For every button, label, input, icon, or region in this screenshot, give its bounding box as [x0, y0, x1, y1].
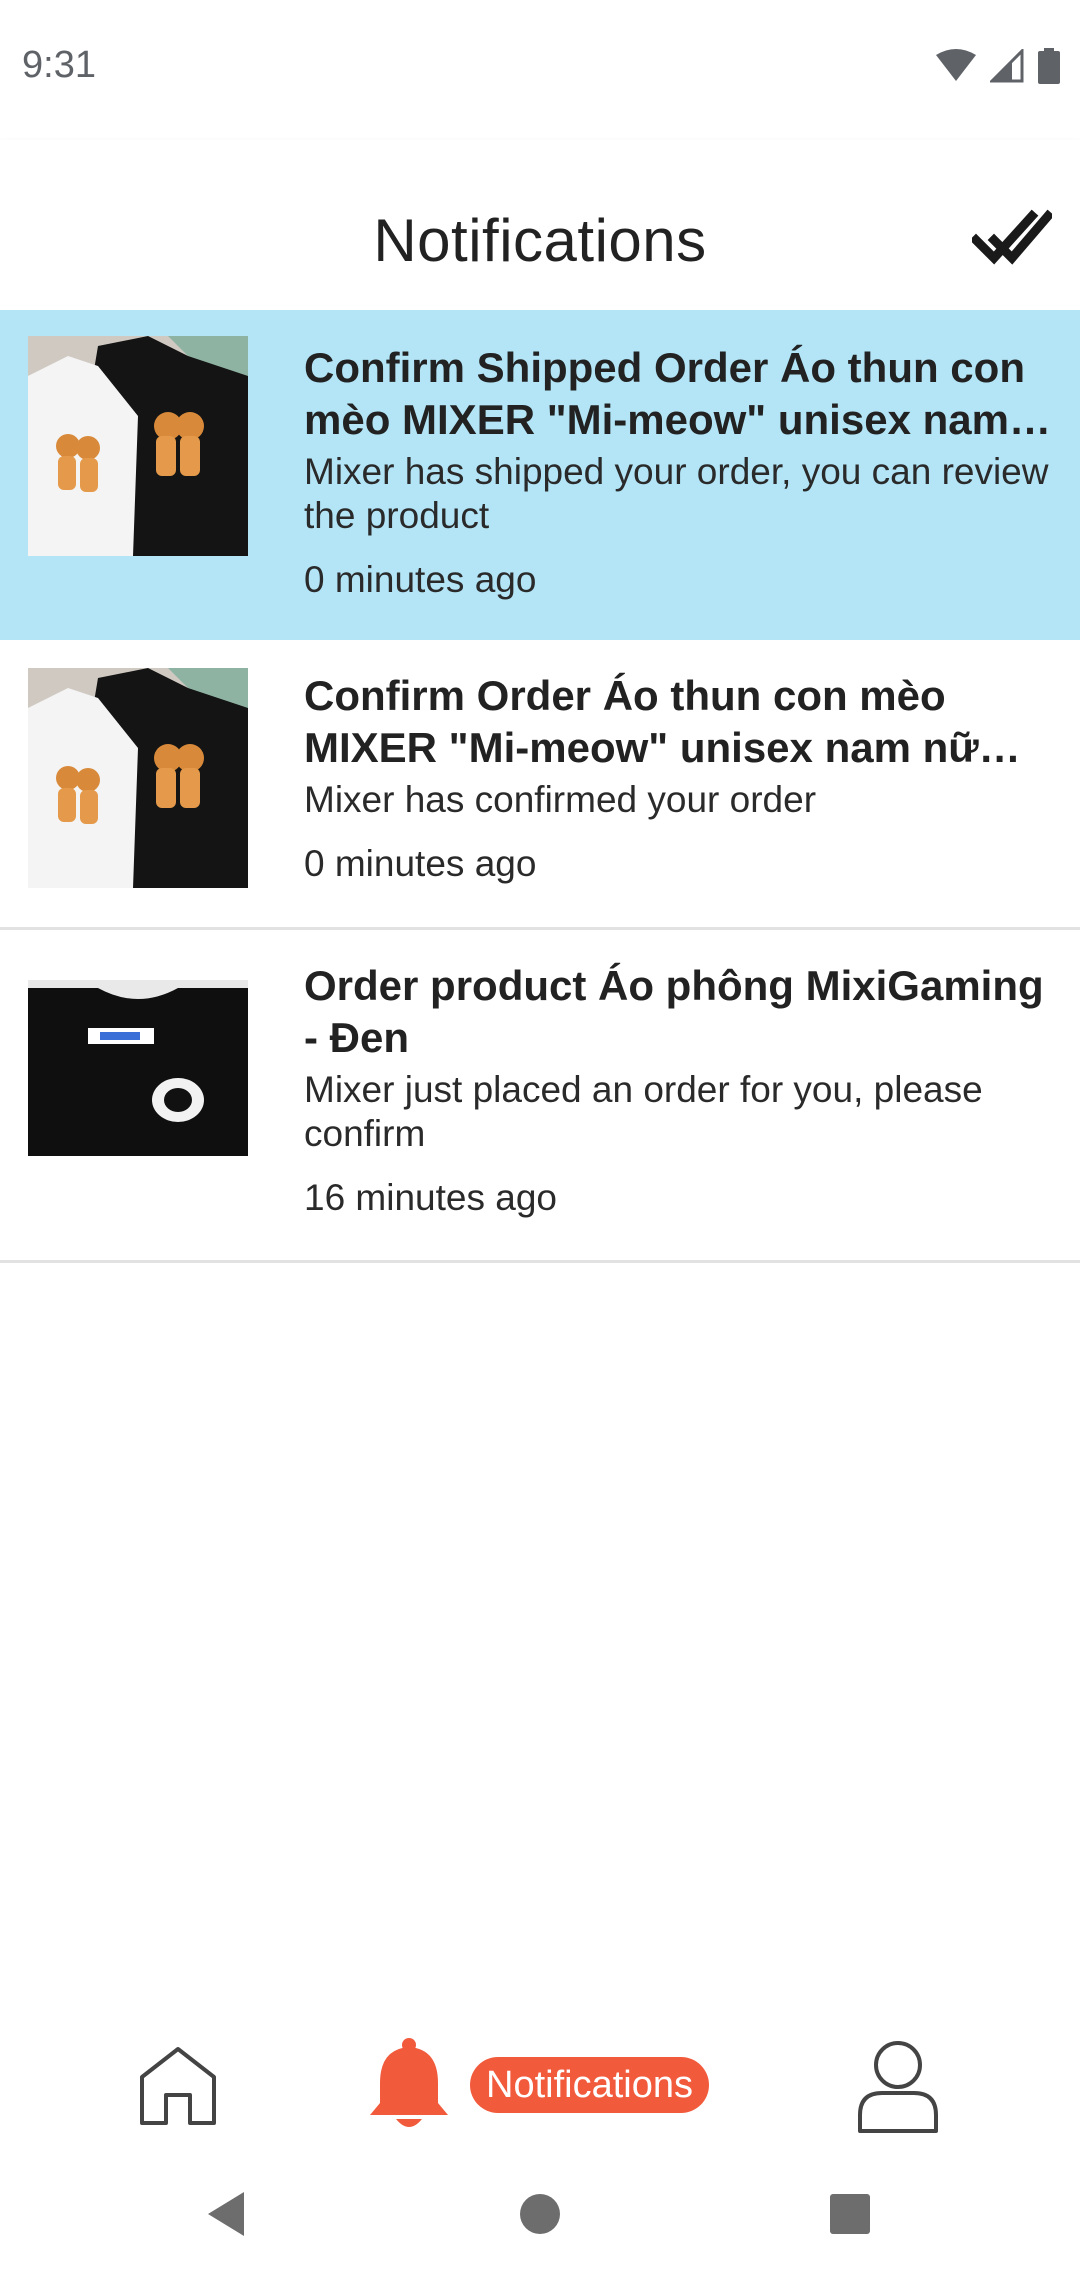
mark-all-read-button[interactable]	[969, 196, 1055, 276]
notification-body: Mixer has confirmed your order	[304, 779, 817, 820]
notification-body: Mixer just placed an order for you, plea…	[304, 1069, 983, 1154]
status-time: 9:31	[22, 44, 96, 86]
notification-content: Confirm Shipped Order Áo thun con mèo MI…	[304, 342, 1052, 602]
notification-item[interactable]: Confirm Shipped Order Áo thun con mèo MI…	[0, 310, 1080, 640]
notification-list: Confirm Shipped Order Áo thun con mèo MI…	[0, 310, 1080, 1263]
back-triangle-icon	[208, 2192, 244, 2236]
notification-title: Confirm Shipped Order Áo thun con mèo MI…	[304, 344, 1025, 443]
product-thumbnail	[28, 668, 248, 888]
notification-title: Confirm Order Áo thun con mèo MIXER "Mi-…	[304, 672, 979, 771]
notification-content: Confirm Order Áo thun con mèo MIXER "Mi-…	[304, 670, 1052, 886]
notification-title: Order product Áo phông MixiGaming - Đen	[304, 962, 1044, 1061]
home-system-button[interactable]	[518, 2190, 562, 2243]
nav-active-label: Notifications	[470, 2057, 709, 2113]
double-check-icon	[969, 209, 1055, 265]
page-title: Notifications	[373, 207, 707, 274]
black-tshirt-image	[28, 980, 248, 1156]
bottom-nav: Notifications	[0, 2010, 1080, 2150]
nav-notifications[interactable]: Notifications	[366, 2030, 709, 2140]
bell-icon	[370, 2038, 448, 2127]
status-icons	[936, 48, 1060, 84]
notification-time: 0 minutes ago	[304, 559, 537, 600]
battery-icon	[1038, 48, 1060, 84]
nav-profile[interactable]	[856, 2030, 940, 2140]
nav-home[interactable]	[136, 2030, 220, 2140]
home-icon	[140, 2047, 216, 2125]
system-nav-bar	[0, 2160, 1080, 2280]
notification-time: 0 minutes ago	[304, 843, 537, 884]
app-bar: Notifications	[0, 140, 1080, 310]
home-circle-icon	[520, 2194, 560, 2234]
status-bar: 9:31	[0, 0, 1080, 140]
notification-content: Order product Áo phông MixiGaming - Đen …	[304, 960, 1052, 1220]
back-button[interactable]	[204, 2190, 248, 2243]
cell-signal-icon	[990, 49, 1024, 83]
product-thumbnail	[28, 336, 248, 556]
wifi-icon	[936, 49, 976, 81]
product-thumbnail	[28, 980, 248, 1156]
tshirt-cats-image	[28, 336, 248, 556]
notification-time: 16 minutes ago	[304, 1177, 558, 1218]
recents-button[interactable]	[828, 2190, 872, 2243]
notifications-screen: 9:31 Notifications Confirm Shipped Order…	[0, 0, 1080, 2280]
notification-item[interactable]: Order product Áo phông MixiGaming - Đen …	[0, 930, 1080, 1263]
tshirt-cats-image	[28, 668, 248, 888]
recents-square-icon	[830, 2194, 870, 2234]
user-icon	[858, 2041, 938, 2133]
notification-body: Mixer has shipped your order, you can re…	[304, 451, 1049, 536]
notification-item[interactable]: Confirm Order Áo thun con mèo MIXER "Mi-…	[0, 640, 1080, 930]
